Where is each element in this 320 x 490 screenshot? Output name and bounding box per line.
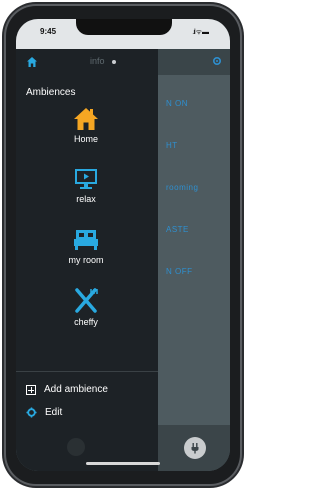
notch (76, 19, 172, 35)
ambience-label: relax (76, 194, 96, 204)
status-time: 9:45 (40, 27, 57, 36)
plug-button[interactable] (184, 437, 206, 459)
ambience-item-home[interactable]: Home (41, 106, 131, 144)
background-item[interactable]: HT (166, 141, 178, 150)
faded-home-icon (67, 438, 85, 456)
gear-icon (212, 56, 222, 66)
add-ambience-button[interactable]: Add ambience (26, 384, 108, 395)
drawer-header: info (16, 49, 158, 75)
phone-frame: 9:45 .ıl ᯤ ▬ N ON HT rooming ASTE N OFF (6, 6, 240, 484)
plug-icon (191, 443, 199, 454)
background-item[interactable]: ASTE (166, 225, 189, 234)
ambience-item-relax[interactable]: relax (41, 166, 131, 204)
ambience-label: cheffy (74, 317, 98, 327)
kitchen-utensils-icon (75, 288, 98, 313)
info-label: info (90, 56, 105, 66)
plus-box-icon (26, 384, 36, 395)
ambience-item-my-room[interactable]: my room (41, 227, 131, 265)
add-ambience-label: Add ambience (44, 384, 108, 395)
ambiences-title: Ambiences (26, 87, 76, 98)
edit-button[interactable]: Edit (26, 407, 62, 418)
tv-icon (75, 169, 97, 189)
house-icon (74, 108, 98, 130)
signal-battery-icons: .ıl ᯤ ▬ (192, 29, 209, 36)
background-item[interactable]: N ON (166, 99, 188, 108)
bed-icon (74, 230, 98, 250)
ambience-label: my room (68, 255, 104, 265)
divider (16, 371, 158, 372)
dot-indicator (112, 60, 116, 64)
status-bar: 9:45 .ıl ᯤ ▬ (16, 19, 230, 49)
background-item[interactable]: N OFF (166, 267, 193, 276)
screen: 9:45 .ıl ᯤ ▬ N ON HT rooming ASTE N OFF (16, 19, 230, 471)
home-icon[interactable] (26, 56, 38, 68)
gear-icon (26, 407, 37, 418)
background-item[interactable]: rooming (166, 183, 198, 192)
home-indicator (86, 462, 160, 465)
side-drawer: info Ambiences Home relax my room cheffy… (16, 49, 158, 471)
ambience-label: Home (73, 134, 98, 144)
edit-label: Edit (45, 407, 63, 418)
ambience-item-cheffy[interactable]: cheffy (41, 287, 131, 327)
